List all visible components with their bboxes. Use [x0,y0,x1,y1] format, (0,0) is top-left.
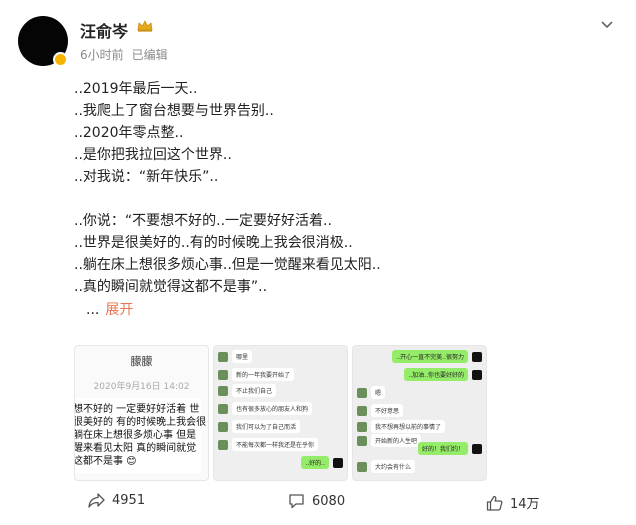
chat-contact-name: 朦朦 [130,355,153,368]
post-line: ..你说：“不要想不好的..一定要好好活着.. [74,213,332,229]
like-button[interactable]: 14万 [486,493,540,512]
chat-row: 不能每次都一样我还是在乎你 [218,438,319,451]
chat-row: 不好意思 [357,404,404,417]
username[interactable]: 汪俞岑 [80,18,128,42]
chat-avatar [357,435,367,446]
chat-avatar [357,387,367,398]
chat-message: 新的一年我要开始了 [232,368,295,381]
chat-message: 不好意思 [371,404,404,417]
chat-row: 嗯 [357,386,386,399]
edited-label[interactable]: 已编辑 [132,48,168,62]
share-icon [88,493,105,508]
thumbs-up-icon [486,495,503,511]
chat-message: 哪里 [232,350,253,363]
post-header: 汪俞岑 6小时前 已编辑 [18,14,618,70]
chat-message: 我不想再想以前的事情了 [371,420,446,433]
chat-message: 我们可以为了自己而活 [232,420,301,433]
chat-avatar [218,351,228,362]
like-count: 14万 [510,497,540,512]
chat-bubble-line: 躺在床上想很多烦心事 但是 [74,430,197,441]
chat-avatar-self [333,457,343,468]
chat-avatar [357,405,367,416]
chat-row-self: ..好的.. [301,456,343,469]
chat-avatar [357,421,367,432]
chat-message: 开始新的人生吧 [371,434,422,447]
chat-row: 我们可以为了自己而活 [218,420,301,433]
chat-bubble: 想不好的 一定要好好活着 世 很美好的 有的时候晚上我会很 躺在床上想很多烦心事… [74,398,207,473]
expand-row: ... 展开 [74,299,594,321]
chat-message-self: 好的！我们约！ [417,442,468,455]
comment-icon [289,494,304,509]
chat-row-self: ..加油..你也要好好的 [404,368,482,381]
chat-row-self: 好的！我们约！ [417,442,482,455]
image-gallery: 朦朦 2020年9月16日 14:02 想不好的 一定要好好活着 世 很美好的 … [74,345,534,481]
chat-avatar [218,439,228,450]
share-count: 4951 [112,493,146,508]
chat-bubble-line: 醒来看见太阳 真的瞬间就觉 [74,443,197,454]
post-line: ..2019年最后一天.. [74,81,198,97]
chat-avatar [218,369,228,380]
chat-message: 不止我们自己 [232,384,277,397]
chat-row: 哪里 [218,350,253,363]
chat-avatar [357,461,367,472]
post-line: ..躺在床上想很多烦心事..但是一觉醒来看见太阳.. [74,257,381,273]
post-line: ..我爬上了窗台想要与世界告别.. [74,103,274,119]
chat-message: 不能每次都一样我还是在乎你 [232,438,319,451]
chat-message-self: ..开心一直不完美..很努力 [392,350,468,363]
chat-message: 嗯 [371,386,386,399]
chat-message-self: ..好的.. [301,456,329,469]
post-image-2[interactable]: 哪里 新的一年我要开始了 不止我们自己 也有很多放心的朋友人和狗 我们可以为了自… [213,345,348,481]
chat-row: 新的一年我要开始了 [218,368,295,381]
chat-bubble-line: 这都不是事 😊 [74,456,137,467]
post-text: ..2019年最后一天.. ..我爬上了窗台想要与世界告别.. ..2020年零… [74,78,594,321]
post-line: ..对我说：“新年快乐”.. [74,169,219,185]
post-image-1[interactable]: 朦朦 2020年9月16日 14:02 想不好的 一定要好好活着 世 很美好的 … [74,345,209,481]
chat-avatar-self [472,443,482,454]
chat-avatar [218,421,228,432]
post-time: 6小时前 [80,48,124,62]
chat-message: 也有很多放心的朋友人和狗 [232,402,313,415]
chat-date: 2020年9月16日 14:02 [93,382,190,392]
more-menu-icon[interactable] [600,16,614,32]
chat-message: 大约会有什么 [371,460,416,473]
crown-icon [137,20,153,36]
chat-row: 大约会有什么 [357,460,416,473]
chat-avatar-self [472,351,482,362]
chat-bubble-line: 想不好的 一定要好好活着 世 [74,404,200,415]
chat-row: 我不想再想以前的事情了 [357,420,446,433]
post-line: ..世界是很美好的..有的时候晚上我会很消极.. [74,235,353,251]
chat-avatar [218,385,228,396]
comment-button[interactable]: 6080 [288,493,345,509]
chat-row: 不止我们自己 [218,384,277,397]
chat-row-self: ..开心一直不完美..很努力 [392,350,482,363]
ellipsis: ... [86,302,100,318]
post-meta: 6小时前 已编辑 [80,46,168,63]
chat-row: 也有很多放心的朋友人和狗 [218,402,313,415]
expand-link[interactable]: 展开 [105,302,133,318]
action-bar: 4951 6080 14万 [88,493,588,517]
post-line: ..真的瞬间就觉得这都不是事”.. [74,279,268,295]
chat-avatar-self [472,369,482,380]
post-image-3[interactable]: ..开心一直不完美..很努力 ..加油..你也要好好的 嗯 不好意思 我不想再想… [352,345,487,481]
post-line: ..是你把我拉回这个世界.. [74,147,232,163]
verified-badge-icon [53,52,68,67]
share-button[interactable]: 4951 [88,493,145,508]
chat-row: 开始新的人生吧 [357,434,422,447]
chat-avatar [218,403,228,414]
chat-message-self: ..加油..你也要好好的 [404,368,468,381]
chat-bubble-line: 很美好的 有的时候晚上我会很 [74,417,207,428]
comment-count: 6080 [312,493,346,509]
post-line: ..2020年零点整.. [74,125,184,141]
